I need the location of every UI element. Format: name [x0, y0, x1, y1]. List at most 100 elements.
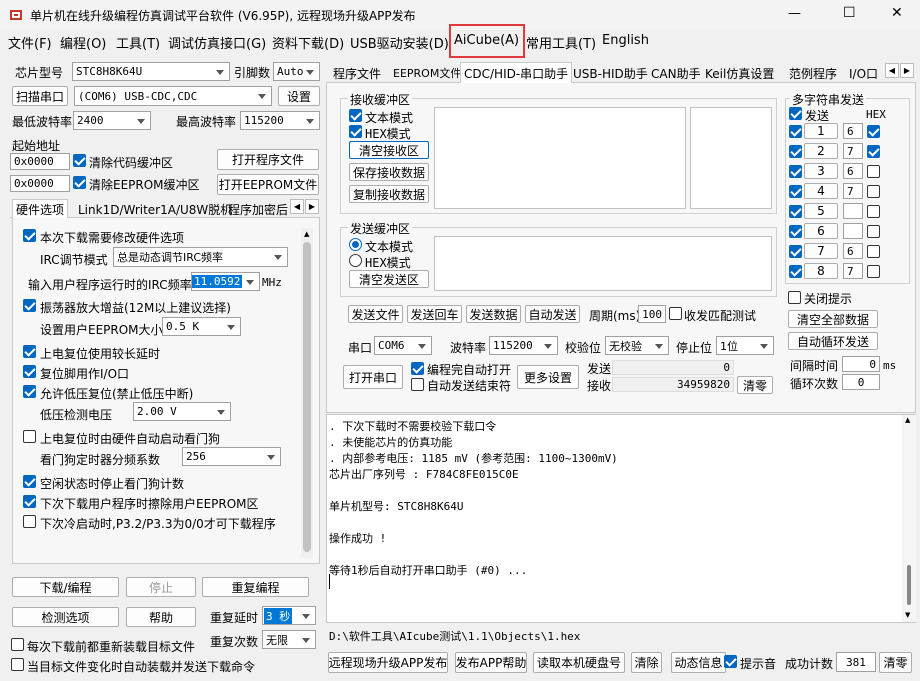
send-text-area[interactable]: [434, 236, 772, 291]
receive-hex-area[interactable]: [690, 107, 772, 209]
opt-low-voltage-reset-checkbox[interactable]: [23, 385, 36, 398]
multi-send-row-hex-checkbox[interactable]: [867, 185, 880, 198]
multi-send-row-checkbox[interactable]: [789, 205, 802, 218]
multi-send-row-checkbox[interactable]: [789, 245, 802, 258]
tab-encryption[interactable]: 程序加密后: [225, 200, 291, 218]
menu-program[interactable]: 编程(O): [60, 33, 106, 52]
clear-all-data-button[interactable]: 清空全部数据: [788, 310, 878, 328]
save-receive-button[interactable]: 保存接收数据: [349, 163, 429, 181]
send-data-button[interactable]: 发送数据: [466, 305, 521, 323]
irc-freq-select[interactable]: 11.0592: [191, 272, 260, 291]
multi-send-row-input[interactable]: 7: [843, 263, 863, 279]
tab-can[interactable]: CAN助手: [648, 64, 704, 82]
max-baud-select[interactable]: 115200: [240, 111, 320, 130]
download-program-button[interactable]: 下载/编程: [12, 577, 119, 597]
send-text-mode-radio[interactable]: [349, 238, 362, 251]
publish-help-button[interactable]: 发布APP帮助: [455, 652, 527, 673]
reset-count-button[interactable]: 清零: [879, 652, 912, 673]
open-serial-button[interactable]: 打开串口: [343, 365, 403, 389]
multi-send-row-hex-checkbox[interactable]: [867, 125, 880, 138]
rx-match-checkbox[interactable]: [669, 307, 682, 320]
scan-port-button[interactable]: 扫描串口: [12, 86, 68, 106]
multi-send-row-input[interactable]: 7: [843, 183, 863, 199]
menu-common-tools[interactable]: 常用工具(T): [526, 33, 596, 52]
tab-scroll-right-icon[interactable]: ▶: [305, 199, 319, 214]
chip-type-select[interactable]: STC8H8K64U: [72, 62, 230, 81]
open-eeprom-file-button[interactable]: 打开EEPROM文件: [217, 174, 319, 195]
opt-reset-io-checkbox[interactable]: [23, 365, 36, 378]
multi-send-row-checkbox[interactable]: [789, 165, 802, 178]
repeat-delay-select[interactable]: 3 秒: [262, 606, 316, 625]
copy-receive-button[interactable]: 复制接收数据: [349, 185, 429, 203]
multi-send-row-hex-checkbox[interactable]: [867, 225, 880, 238]
clear-code-checkbox[interactable]: [73, 154, 86, 167]
menu-aicube[interactable]: AiCube(A): [454, 33, 519, 48]
clear-receive-button[interactable]: 清空接收区: [349, 141, 429, 159]
multi-send-row-button[interactable]: 3: [804, 163, 838, 179]
tab-examples[interactable]: 范例程序: [786, 64, 840, 82]
parity-select[interactable]: 无校验: [605, 336, 669, 355]
auto-send-button[interactable]: 自动发送: [525, 305, 580, 323]
multi-send-row-hex-checkbox[interactable]: [867, 145, 880, 158]
auto-open-checkbox[interactable]: [411, 362, 424, 375]
loop-count-input[interactable]: 0: [842, 374, 880, 390]
more-settings-button[interactable]: 更多设置: [517, 365, 579, 389]
close-hint-checkbox[interactable]: [788, 291, 801, 304]
pins-select[interactable]: Auto: [273, 62, 320, 81]
menu-downloads[interactable]: 资料下载(D): [272, 33, 344, 52]
reload-target-checkbox[interactable]: [11, 638, 24, 651]
opt-hw-watchdog-checkbox[interactable]: [23, 430, 36, 443]
tab-hardware-options[interactable]: 硬件选项: [12, 199, 69, 218]
recv-text-mode-checkbox[interactable]: [349, 109, 362, 122]
multi-send-row-button[interactable]: 8: [804, 263, 838, 279]
auto-load-checkbox[interactable]: [11, 658, 24, 671]
menu-file[interactable]: 文件(F): [8, 33, 52, 52]
menu-tools[interactable]: 工具(T): [116, 33, 160, 52]
opt-modify-hardware-checkbox[interactable]: [23, 229, 36, 242]
maximize-button[interactable]: ☐: [843, 5, 856, 21]
clear-eeprom-checkbox[interactable]: [73, 176, 86, 189]
log-scroll-thumb[interactable]: [907, 565, 911, 605]
opt-osc-gain-checkbox[interactable]: [23, 299, 36, 312]
tab-keil-sim[interactable]: Keil仿真设置: [702, 64, 777, 82]
multi-send-row-button[interactable]: 4: [804, 183, 838, 199]
multi-send-row-checkbox[interactable]: [789, 145, 802, 158]
clear-send-button[interactable]: 清空发送区: [349, 270, 429, 288]
log-scrollbar[interactable]: ▲ ▼: [902, 415, 916, 622]
stop-button[interactable]: 停止: [126, 577, 196, 597]
multi-send-row-input[interactable]: [843, 203, 863, 219]
multi-send-row-checkbox[interactable]: [789, 125, 802, 138]
multi-send-row-hex-checkbox[interactable]: [867, 205, 880, 218]
multi-send-row-input[interactable]: 7: [843, 143, 863, 159]
port-select[interactable]: (COM6) USB-CDC,CDC: [74, 86, 272, 106]
wdt-divider-select[interactable]: 256: [182, 447, 281, 466]
recv-hex-mode-checkbox[interactable]: [349, 125, 362, 138]
menu-english[interactable]: English: [602, 33, 649, 48]
opt-long-delay-checkbox[interactable]: [23, 345, 36, 358]
help-button[interactable]: 帮助: [126, 607, 196, 627]
open-program-file-button[interactable]: 打开程序文件: [217, 149, 319, 170]
minimize-button[interactable]: —: [788, 6, 801, 21]
multi-send-row-checkbox[interactable]: [789, 265, 802, 278]
period-input[interactable]: 100: [638, 305, 666, 323]
multi-send-row-hex-checkbox[interactable]: [867, 245, 880, 258]
opt-p32-p33-checkbox[interactable]: [23, 515, 36, 528]
multi-send-row-input[interactable]: 6: [843, 163, 863, 179]
multi-send-row-input[interactable]: [843, 223, 863, 239]
irc-mode-select[interactable]: 总是动态调节IRC频率: [113, 247, 288, 267]
tab-cdc-hid-serial[interactable]: CDC/HID-串口助手: [460, 62, 573, 83]
tab-usb-hid[interactable]: USB-HID助手: [570, 64, 651, 82]
min-baud-select[interactable]: 2400: [73, 111, 151, 130]
eeprom-address-input[interactable]: 0x0000: [10, 175, 70, 192]
baud-select[interactable]: 115200: [489, 336, 558, 355]
stop-bits-select[interactable]: 1位: [716, 336, 774, 355]
code-address-input[interactable]: 0x0000: [10, 153, 70, 170]
serial-port-select[interactable]: COM6: [374, 336, 432, 355]
multi-send-row-button[interactable]: 2: [804, 143, 838, 159]
receive-text-area[interactable]: [434, 107, 686, 209]
tab-scroll-left-icon[interactable]: ◀: [290, 199, 304, 214]
opt-erase-eeprom-checkbox[interactable]: [23, 495, 36, 508]
repeat-count-select[interactable]: 无限: [262, 630, 316, 649]
multi-send-row-checkbox[interactable]: [789, 185, 802, 198]
tab-eeprom-file[interactable]: EEPROM文件: [390, 64, 464, 82]
